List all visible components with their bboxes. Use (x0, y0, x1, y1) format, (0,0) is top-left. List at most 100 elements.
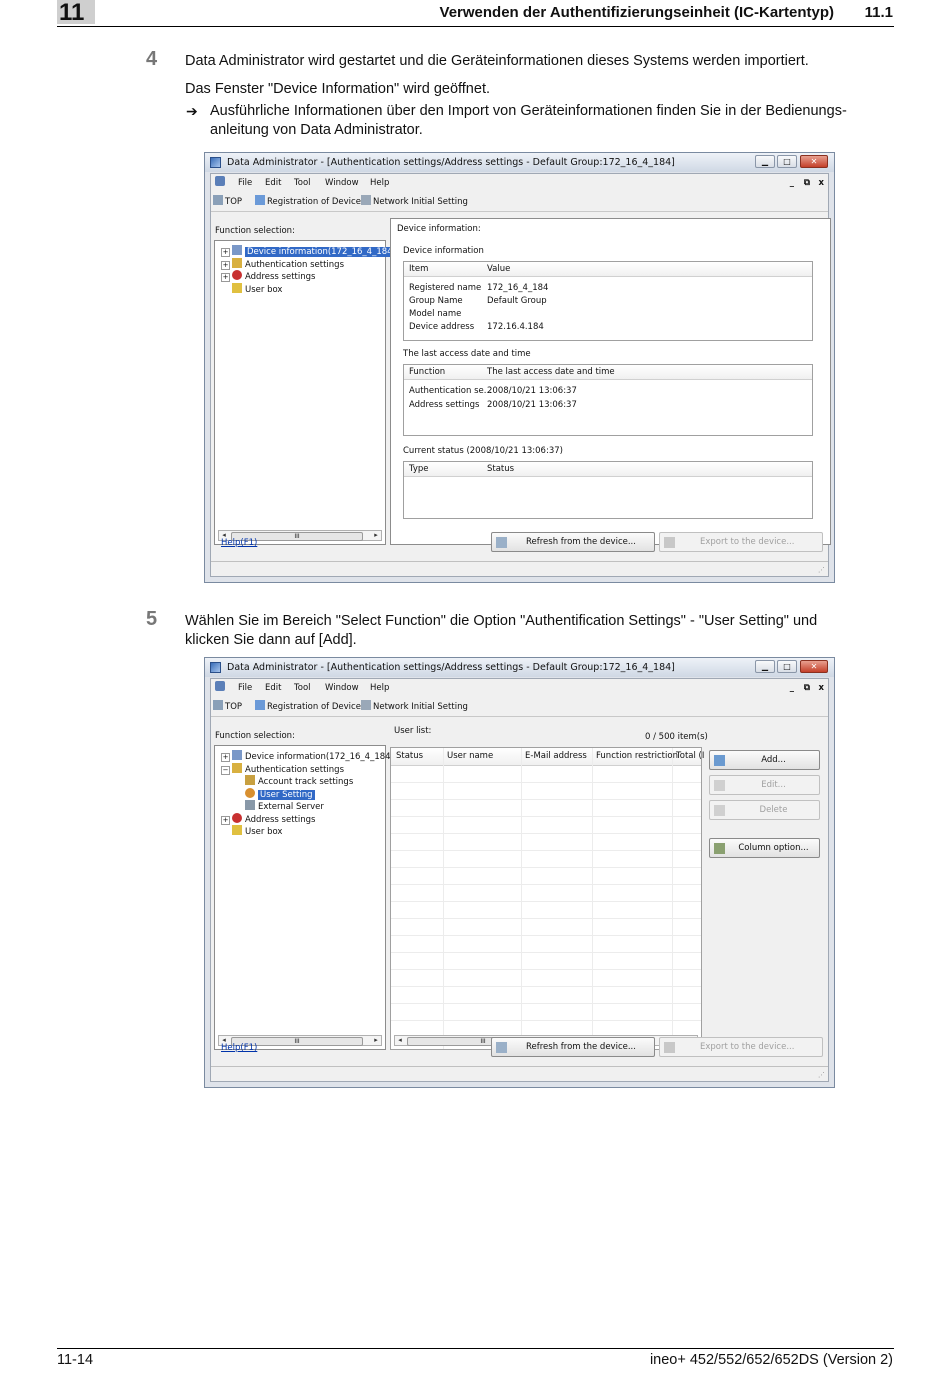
toolbar-registration-button[interactable]: Registration of Device (255, 698, 361, 716)
tree-item-device-information[interactable]: + Device information(172_16_4_184) (221, 245, 398, 258)
column-header-function[interactable]: Function (409, 365, 445, 379)
resize-grip-icon[interactable]: ⋰ (818, 566, 825, 574)
toolbar-network-setting-button[interactable]: Network Initial Setting (361, 698, 468, 716)
list-header: Status User name E-Mail address Function… (391, 748, 704, 766)
expand-icon[interactable]: + (221, 260, 230, 270)
device-icon (232, 245, 242, 255)
tree-item-user-box[interactable]: User box (221, 282, 398, 296)
minimize-button[interactable]: ▁ (755, 660, 775, 673)
toolbar-network-setting-button[interactable]: Network Initial Setting (361, 193, 468, 211)
scroll-left-icon[interactable]: ◂ (395, 1036, 405, 1045)
button-label: Column option... (738, 843, 809, 853)
user-icon (245, 787, 255, 798)
mdi-close-icon[interactable]: x (819, 679, 824, 697)
column-header-status[interactable]: Status (487, 462, 514, 476)
header-title: Verwenden der Authentifizierungseinheit … (439, 4, 834, 21)
edit-button[interactable]: Edit... (709, 775, 820, 795)
toolbar-top-button[interactable]: TOP (213, 698, 242, 716)
menu-file[interactable]: File (238, 174, 252, 192)
mdi-restore-icon[interactable]: ⧉ (804, 679, 810, 697)
tree-item-user-box[interactable]: User box (221, 825, 394, 838)
tree-label: User Setting (258, 789, 315, 800)
help-link[interactable]: Help(F1) (221, 538, 257, 548)
device-icon (232, 750, 242, 760)
scroll-right-icon[interactable]: ▸ (371, 531, 381, 540)
column-header-function-restriction[interactable]: Function restriction (596, 748, 678, 765)
toolbar-label: Network Initial Setting (373, 197, 468, 207)
column-header-email[interactable]: E-Mail address (525, 748, 587, 765)
tree-item-account-track[interactable]: Account track settings (221, 775, 394, 788)
maximize-button[interactable]: □ (777, 660, 797, 673)
expand-icon[interactable]: + (221, 753, 230, 762)
delete-button[interactable]: Delete (709, 800, 820, 820)
mdi-close-icon[interactable]: x (819, 174, 824, 192)
expand-icon[interactable]: + (221, 815, 230, 825)
menu-window[interactable]: Window (325, 679, 359, 697)
close-button[interactable]: ✕ (800, 660, 828, 673)
toolbar-top-button[interactable]: TOP (213, 193, 242, 211)
home-icon (213, 700, 223, 710)
function-selection-label: Function selection: (215, 731, 295, 741)
minimize-button[interactable]: ▁ (755, 155, 775, 168)
menu-app-icon[interactable] (215, 174, 227, 192)
close-button[interactable]: ✕ (800, 155, 828, 168)
item-count: 0 / 500 item(s) (645, 732, 708, 742)
tree-item-authentication-settings[interactable]: − Authentication settings (221, 762, 394, 776)
menu-app-icon[interactable] (215, 679, 227, 697)
user-setting-window: Data Administrator - [Authentication set… (204, 657, 835, 1088)
resize-grip-icon[interactable]: ⋰ (818, 1071, 825, 1079)
column-header-type[interactable]: Type (409, 462, 429, 476)
refresh-from-device-button[interactable]: Refresh from the device... (491, 532, 655, 552)
chapter-number: 11 (59, 0, 85, 26)
help-link[interactable]: Help(F1) (221, 1043, 257, 1053)
tree-item-device-information[interactable]: + Device information(172_16_4_184) (221, 750, 394, 763)
mdi-restore-icon[interactable]: ⧉ (804, 174, 810, 192)
column-option-button[interactable]: Column option... (709, 838, 820, 858)
column-header-value[interactable]: Value (487, 262, 510, 276)
scroll-right-icon[interactable]: ▸ (371, 1036, 381, 1045)
refresh-from-device-button[interactable]: Refresh from the device... (491, 1037, 655, 1057)
column-header-total[interactable]: Total (I (676, 748, 704, 765)
toolbar-label: TOP (225, 702, 243, 712)
button-label: Export to the device... (700, 537, 795, 547)
tree-item-address-settings[interactable]: + Address settings (221, 270, 398, 283)
menu-window[interactable]: Window (325, 174, 359, 192)
menu-file[interactable]: File (238, 679, 252, 697)
maximize-button[interactable]: □ (777, 155, 797, 168)
group-title: The last access date and time (403, 349, 531, 359)
column-header-last-access[interactable]: The last access date and time (487, 365, 615, 379)
expand-icon[interactable]: + (221, 273, 230, 282)
tree-item-external-server[interactable]: External Server (221, 800, 394, 813)
column-header-status[interactable]: Status (396, 748, 423, 765)
tree-item-address-settings[interactable]: + Address settings (221, 812, 394, 826)
add-button[interactable]: Add... (709, 750, 820, 770)
address-icon (232, 812, 242, 823)
list-header: Type Status (404, 462, 812, 477)
export-to-device-button[interactable]: Export to the device... (659, 532, 823, 552)
toolbar: TOP Registration of Device Network Initi… (211, 193, 828, 212)
menu-edit[interactable]: Edit (265, 679, 281, 697)
button-label: Delete (759, 805, 788, 815)
menu-tool[interactable]: Tool (294, 174, 311, 192)
server-icon (245, 800, 255, 810)
column-header-item[interactable]: Item (409, 262, 428, 276)
tree-label: Device information(172_16_4_184) (245, 752, 394, 762)
authentication-icon (232, 257, 242, 268)
menu-help[interactable]: Help (370, 679, 389, 697)
menu-edit[interactable]: Edit (265, 174, 281, 192)
mdi-minimize-icon[interactable]: _ (790, 174, 794, 192)
tree-item-authentication-settings[interactable]: + Authentication settings (221, 257, 398, 271)
device-information-window: Data Administrator - [Authentication set… (204, 152, 835, 583)
step-text: Data Administrator wird gestartet und di… (185, 53, 809, 69)
toolbar-registration-button[interactable]: Registration of Device (255, 193, 361, 211)
collapse-icon[interactable]: − (221, 765, 230, 775)
tree-item-user-setting[interactable]: User Setting (221, 787, 394, 801)
expand-icon[interactable]: + (221, 248, 230, 257)
mdi-minimize-icon[interactable]: _ (790, 679, 794, 697)
column-header-user-name[interactable]: User name (447, 748, 493, 765)
refresh-icon (496, 1042, 507, 1053)
export-to-device-button[interactable]: Export to the device... (659, 1037, 823, 1057)
menu-help[interactable]: Help (370, 174, 389, 192)
app-icon (210, 157, 221, 168)
menu-tool[interactable]: Tool (294, 679, 311, 697)
